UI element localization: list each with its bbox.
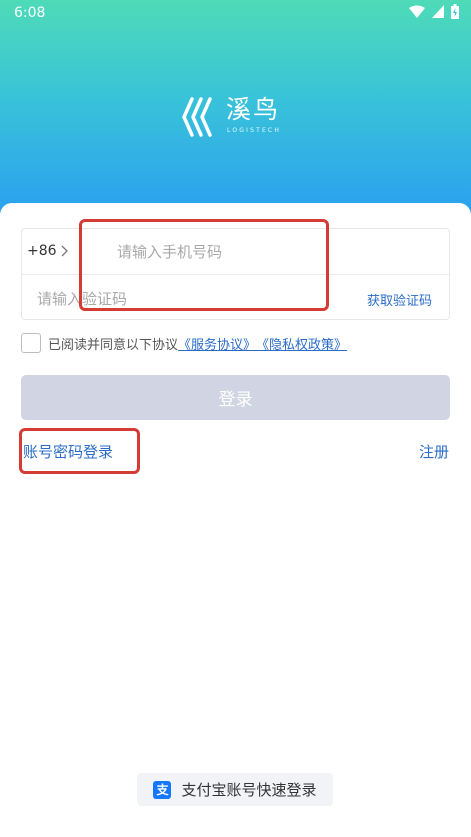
brand-logo: 溪鸟 LOGISTECH [182, 95, 292, 141]
header-banner: 6:08 溪鸟 LOGISTECH [0, 0, 471, 215]
country-code-selector[interactable]: +86 [27, 243, 69, 259]
service-agreement-link[interactable]: 《服务协议》 [178, 334, 256, 353]
login-form: +86 获取验证码 [21, 228, 450, 320]
password-login-link[interactable]: 账号密码登录 [23, 441, 113, 462]
country-code: +86 [27, 243, 57, 259]
chevron-right-icon [61, 245, 68, 257]
alipay-login-label: 支付宝账号快速登录 [181, 781, 317, 799]
get-code-button[interactable]: 获取验证码 [367, 290, 432, 309]
form-divider [22, 274, 449, 275]
brand-name: 溪鸟 [226, 95, 281, 124]
register-link[interactable]: 注册 [419, 441, 449, 462]
phone-input[interactable] [117, 241, 317, 263]
alipay-icon: 支 [153, 780, 172, 799]
verification-code-input[interactable] [37, 288, 287, 310]
agreement-text: 已阅读并同意以下协议 [48, 337, 179, 353]
status-bar: 6:08 [0, 0, 471, 28]
brand-mark-icon [182, 97, 212, 137]
agreement-checkbox[interactable] [21, 333, 41, 353]
privacy-policy-link[interactable]: 《隐私权政策》 [256, 334, 347, 353]
battery-icon [451, 4, 459, 19]
status-icons [409, 4, 459, 19]
wifi-icon [409, 5, 425, 18]
status-time: 6:08 [14, 5, 46, 21]
login-button[interactable]: 登录 [21, 375, 450, 420]
signal-icon [432, 4, 444, 18]
brand-subtitle: LOGISTECH [227, 127, 282, 134]
alipay-login-button[interactable]: 支 支付宝账号快速登录 [137, 773, 333, 806]
agreement-row: 已阅读并同意以下协议 《服务协议》 《隐私权政策》 [21, 333, 347, 353]
